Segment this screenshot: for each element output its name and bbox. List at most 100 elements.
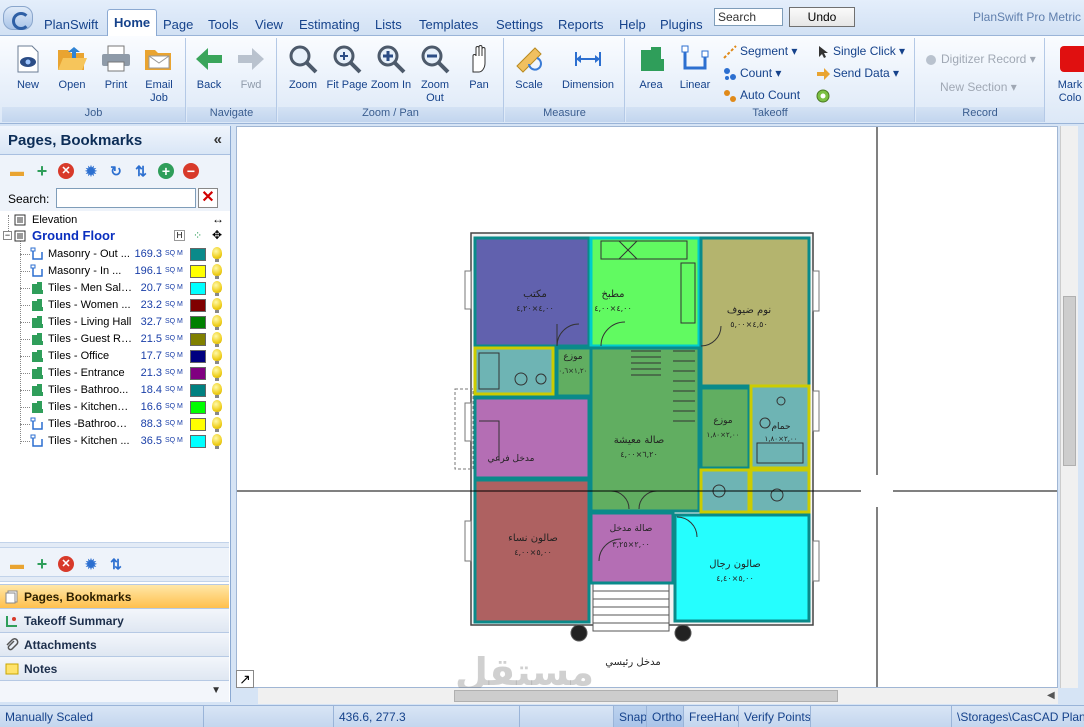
tab-view[interactable]: View bbox=[255, 17, 283, 32]
color-swatch[interactable] bbox=[190, 435, 206, 448]
mark-color-button[interactable]: Mark Colo bbox=[1050, 40, 1084, 105]
color-swatch[interactable] bbox=[190, 350, 206, 363]
new-button[interactable]: New bbox=[8, 40, 48, 92]
dimension-button[interactable]: Dimension bbox=[555, 40, 621, 92]
resize-arrow-icon[interactable]: ↗ bbox=[236, 670, 254, 688]
color-swatch[interactable] bbox=[190, 265, 206, 278]
takeoff-item-row[interactable]: Tiles - Men Saloon 20.7 SQ M bbox=[0, 280, 229, 297]
takeoff-item-row[interactable]: Tiles -Bathroom... 88.3 SQ M bbox=[0, 416, 229, 433]
visibility-bulb-icon[interactable] bbox=[212, 298, 222, 313]
takeoff-item-row[interactable]: Masonry - Out ... 169.3 SQ M bbox=[0, 246, 229, 263]
color-swatch[interactable] bbox=[190, 367, 206, 380]
scale-button[interactable]: Scale bbox=[509, 40, 549, 92]
takeoff-item-row[interactable]: Tiles - Entrance 21.3 SQ M bbox=[0, 365, 229, 382]
delete-icon[interactable]: ✕ bbox=[58, 163, 74, 179]
color-swatch[interactable] bbox=[190, 333, 206, 346]
fit-page-button[interactable]: Fit Page bbox=[326, 40, 368, 92]
tab-tools[interactable]: Tools bbox=[208, 17, 238, 32]
new-section-button[interactable]: New Section ▾ bbox=[940, 80, 1017, 94]
move-icon[interactable]: ✥ bbox=[212, 228, 222, 242]
menu-search-input[interactable]: Search bbox=[714, 8, 783, 26]
takeoff-item-row[interactable]: Tiles - Bathroo... 18.4 SQ M bbox=[0, 382, 229, 399]
page-row-ground-floor[interactable]: − Ground Floor H ⁘ ✥ bbox=[0, 228, 229, 245]
panel-splitter[interactable] bbox=[0, 576, 229, 582]
color-swatch[interactable] bbox=[190, 316, 206, 329]
ortho-toggle[interactable]: Ortho bbox=[647, 706, 684, 727]
visibility-bulb-icon[interactable] bbox=[212, 366, 222, 381]
collapse-panel-icon[interactable]: « bbox=[214, 131, 222, 148]
gear-icon[interactable]: ✹ bbox=[83, 556, 99, 572]
vertical-scroll-thumb[interactable] bbox=[1063, 296, 1076, 466]
print-button[interactable]: Print bbox=[96, 40, 136, 92]
clear-search-button[interactable]: ✕ bbox=[198, 188, 218, 208]
folder-icon[interactable]: ▬ bbox=[9, 556, 25, 572]
vertical-scrollbar[interactable] bbox=[1060, 126, 1078, 688]
back-button[interactable]: Back bbox=[189, 40, 229, 92]
tab-lists[interactable]: Lists bbox=[375, 17, 402, 32]
visibility-bulb-icon[interactable] bbox=[212, 332, 222, 347]
remove-circle-icon[interactable]: − bbox=[183, 163, 199, 179]
page-settings-icon[interactable]: H bbox=[174, 230, 185, 241]
linear-button[interactable]: Linear bbox=[674, 40, 716, 92]
tab-home[interactable]: Home bbox=[107, 9, 158, 36]
refresh-icon[interactable]: ↻ bbox=[108, 163, 124, 179]
takeoff-item-row[interactable]: Tiles - KitchenFl... 16.6 SQ M bbox=[0, 399, 229, 416]
visibility-bulb-icon[interactable] bbox=[212, 247, 222, 262]
app-menu-button[interactable] bbox=[3, 6, 33, 30]
zoom-button[interactable]: Zoom bbox=[282, 40, 324, 92]
room-corridor-2[interactable] bbox=[699, 386, 751, 470]
tab-help[interactable]: Help bbox=[619, 17, 646, 32]
folder-icon[interactable]: ▬ bbox=[9, 163, 25, 179]
visibility-bulb-icon[interactable] bbox=[212, 315, 222, 330]
visibility-bulb-icon[interactable] bbox=[212, 434, 222, 449]
undo-button[interactable]: Undo bbox=[789, 7, 855, 27]
gear-icon[interactable]: ✹ bbox=[83, 163, 99, 179]
add-icon[interactable]: + bbox=[34, 555, 50, 573]
tab-estimating[interactable]: Estimating bbox=[299, 17, 360, 32]
takeoff-item-row[interactable]: Masonry - In ... 196.1 SQ M bbox=[0, 263, 229, 280]
tab-reports[interactable]: Reports bbox=[558, 17, 604, 32]
visibility-bulb-icon[interactable] bbox=[212, 400, 222, 415]
nav-attachments[interactable]: Attachments bbox=[0, 632, 229, 656]
horizontal-scrollbar[interactable] bbox=[258, 688, 1058, 704]
layers-icon[interactable]: ⁘ bbox=[193, 229, 202, 242]
scroll-right-icon[interactable]: ◀ bbox=[1047, 690, 1055, 701]
move-icon[interactable]: ↔ bbox=[212, 212, 224, 226]
open-button[interactable]: Open bbox=[52, 40, 92, 92]
takeoff-item-row[interactable]: Tiles - Guest Ro... 21.5 SQ M bbox=[0, 331, 229, 348]
room-living-hall[interactable] bbox=[589, 346, 701, 513]
segment-button[interactable]: Segment ▾ bbox=[723, 44, 797, 59]
nav-pages-bookmarks[interactable]: Pages, Bookmarks bbox=[0, 584, 229, 608]
visibility-bulb-icon[interactable] bbox=[212, 383, 222, 398]
pan-button[interactable]: Pan bbox=[458, 40, 500, 92]
tab-settings[interactable]: Settings bbox=[496, 17, 543, 32]
verify-points-toggle[interactable]: Verify Points bbox=[739, 706, 811, 727]
single-click-button[interactable]: Single Click ▾ bbox=[816, 44, 905, 59]
collapse-node-icon[interactable]: − bbox=[3, 231, 12, 240]
takeoff-item-row[interactable]: Tiles - Women ... 23.2 SQ M bbox=[0, 297, 229, 314]
color-swatch[interactable] bbox=[190, 299, 206, 312]
horizontal-scroll-thumb[interactable] bbox=[454, 690, 838, 702]
zoom-out-button[interactable]: Zoom Out bbox=[414, 40, 456, 105]
add-icon[interactable]: + bbox=[34, 162, 50, 180]
color-swatch[interactable] bbox=[190, 384, 206, 397]
color-swatch[interactable] bbox=[190, 248, 206, 261]
visibility-bulb-icon[interactable] bbox=[212, 264, 222, 279]
zoom-in-button[interactable]: Zoom In bbox=[370, 40, 412, 92]
takeoff-item-row[interactable]: Tiles - Office 17.7 SQ M bbox=[0, 348, 229, 365]
page-row-elevation[interactable]: Elevation ↔ bbox=[0, 212, 229, 229]
nav-takeoff-summary[interactable]: Takeoff Summary bbox=[0, 608, 229, 632]
email-job-button[interactable]: Email Job bbox=[138, 40, 180, 105]
nav-notes[interactable]: Notes bbox=[0, 656, 229, 680]
digitizer-record-button[interactable]: Digitizer Record ▾ bbox=[924, 52, 1036, 67]
visibility-bulb-icon[interactable] bbox=[212, 417, 222, 432]
takeoff-item-row[interactable]: Tiles - Living Hall 32.7 SQ M bbox=[0, 314, 229, 331]
refresh-takeoff-button[interactable] bbox=[816, 88, 833, 103]
sort-icon[interactable]: ⇅ bbox=[108, 556, 124, 572]
delete-icon[interactable]: ✕ bbox=[58, 556, 74, 572]
tab-templates[interactable]: Templates bbox=[419, 17, 478, 32]
add-circle-icon[interactable]: + bbox=[158, 163, 174, 179]
color-swatch[interactable] bbox=[190, 401, 206, 414]
send-data-button[interactable]: Send Data ▾ bbox=[816, 66, 899, 81]
count-button[interactable]: Count ▾ bbox=[723, 66, 781, 81]
